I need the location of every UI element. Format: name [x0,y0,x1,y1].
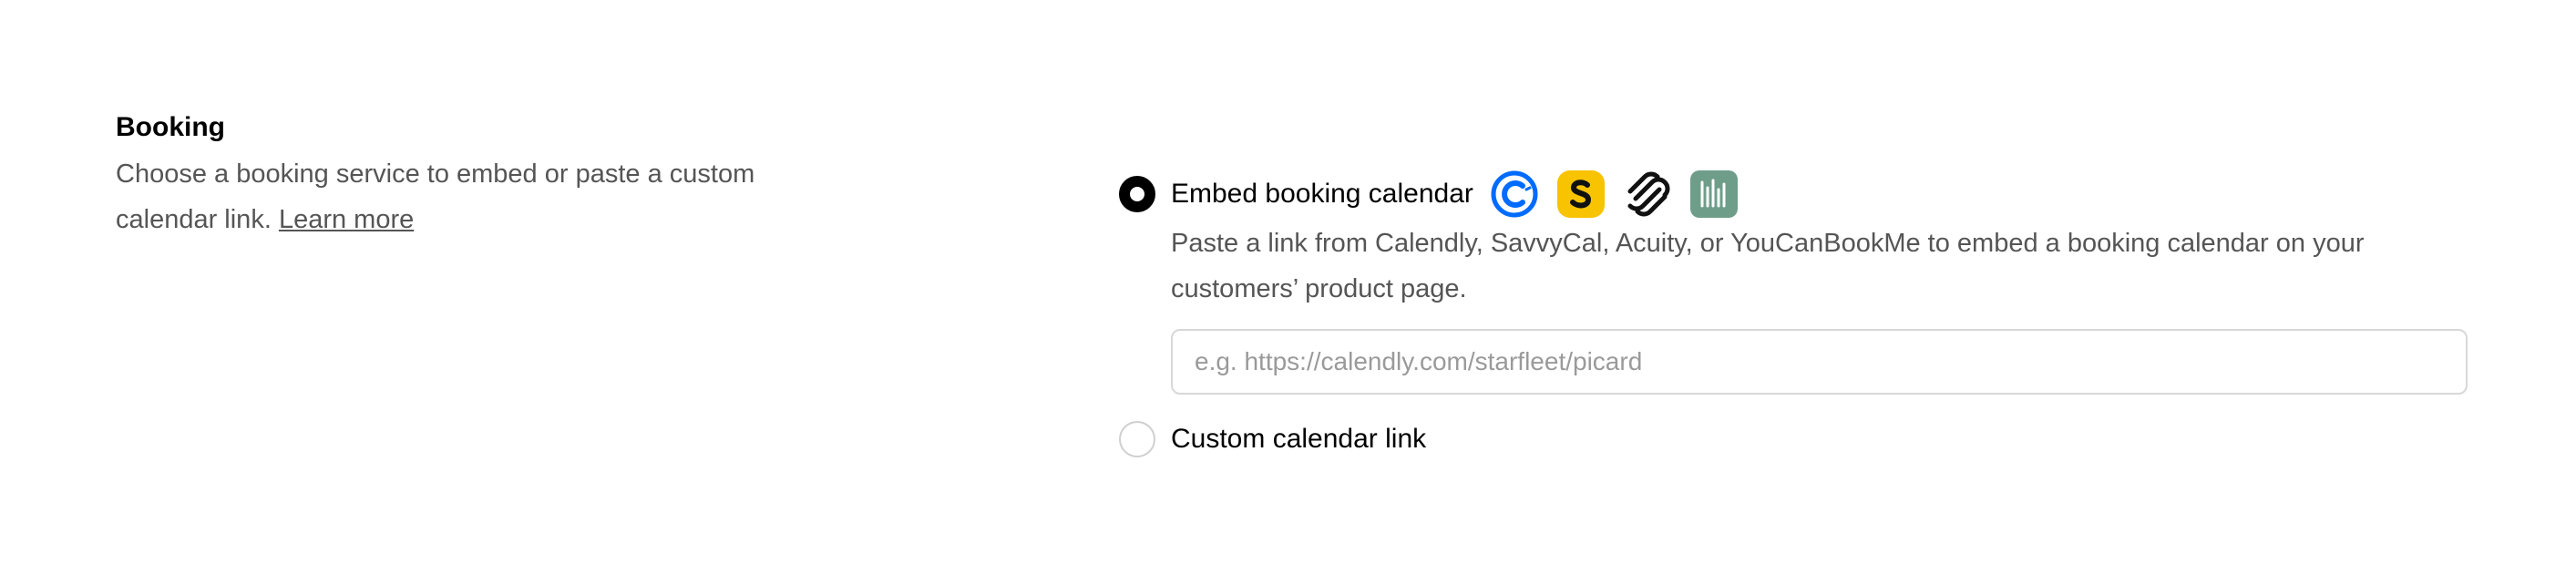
youcanbookme-icon [1689,169,1739,219]
booking-service-icons [1490,169,1739,219]
section-description: Choose a booking service to embed or pas… [116,151,826,242]
embed-option-description: Paste a link from Calendly, SavvyCal, Ac… [1171,229,2365,303]
embed-option[interactable]: Embed booking calendar [1119,169,2468,219]
booking-url-input[interactable] [1171,329,2468,395]
custom-option[interactable]: Custom calendar link [1119,415,2468,464]
booking-options: Embed booking calendar Paste a link from… [1119,169,2468,464]
acuity-icon [1623,169,1672,219]
savvycal-icon [1556,169,1606,219]
calendly-icon [1490,169,1539,219]
embed-option-label[interactable]: Embed booking calendar [1171,176,1473,212]
custom-option-label[interactable]: Custom calendar link [1171,421,1426,457]
embed-radio[interactable] [1119,176,1155,212]
section-description-text: Choose a booking service to embed or pas… [116,159,755,234]
section-title: Booking [116,112,225,142]
custom-radio[interactable] [1119,421,1155,457]
learn-more-link[interactable]: Learn more [279,205,414,234]
embed-option-details: Paste a link from Calendly, SavvyCal, Ac… [1171,221,2468,395]
booking-section-intro: Booking Choose a booking service to embe… [116,109,826,242]
